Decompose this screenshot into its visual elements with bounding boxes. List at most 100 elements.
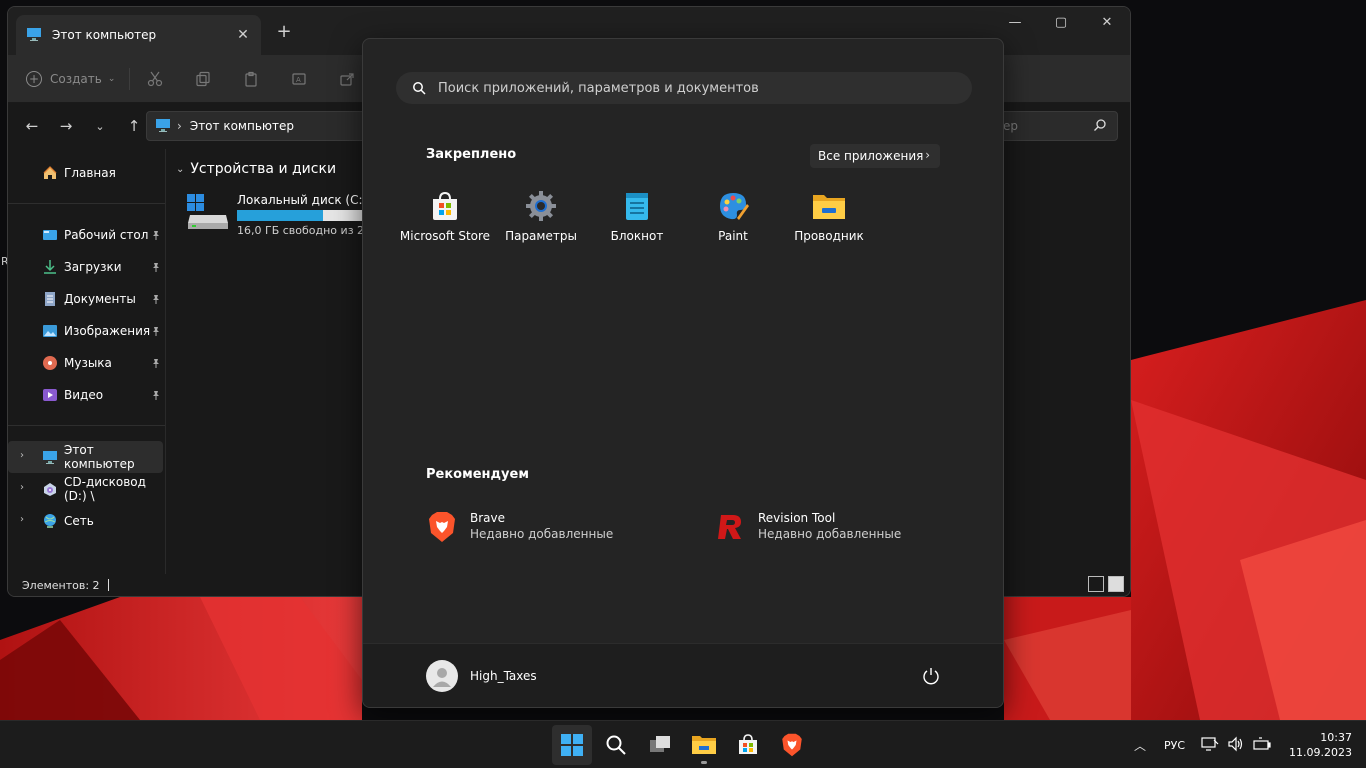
this-pc-icon bbox=[42, 449, 58, 465]
avatar bbox=[426, 660, 458, 692]
app-label: Параметры bbox=[505, 229, 577, 243]
breadcrumb-this-pc[interactable]: Этот компьютер bbox=[190, 119, 294, 133]
window-controls: — ▢ ✕ bbox=[992, 7, 1130, 37]
folder-icon bbox=[812, 189, 846, 223]
expand-chevron-icon[interactable]: › bbox=[20, 450, 24, 461]
paint-icon bbox=[716, 189, 750, 223]
cut-icon[interactable] bbox=[144, 68, 166, 90]
all-apps-button[interactable]: Все приложения › bbox=[810, 144, 940, 168]
create-button[interactable]: + Создать ⌄ bbox=[26, 70, 115, 87]
drive-usage-fill bbox=[237, 210, 323, 221]
nav-item-network[interactable]: › Сеть bbox=[8, 505, 165, 537]
close-button[interactable]: ✕ bbox=[1084, 7, 1130, 37]
forward-button[interactable]: → bbox=[54, 117, 78, 135]
recommended-title: Рекомендуем bbox=[426, 467, 529, 482]
nav-item-this-pc[interactable]: › Этот компьютер bbox=[8, 441, 163, 473]
nav-item-label: Документы bbox=[64, 292, 136, 306]
pinned-app-microsoft-store[interactable]: Microsoft Store bbox=[397, 189, 493, 255]
pinned-apps-grid: Microsoft Store Параметры Блокнот Paint … bbox=[397, 189, 877, 255]
up-button[interactable]: ↑ bbox=[122, 117, 146, 135]
tiles-view-icon[interactable] bbox=[1108, 576, 1124, 592]
network-status-icon bbox=[1201, 736, 1219, 755]
explorer-tab[interactable]: Этот компьютер ✕ bbox=[16, 15, 261, 55]
nav-item-label: Рабочий стол bbox=[64, 228, 149, 242]
create-label: Создать bbox=[50, 71, 102, 86]
drive-free-space: 16,0 ГБ свободно из 29 bbox=[237, 224, 372, 237]
maximize-button[interactable]: ▢ bbox=[1038, 7, 1084, 37]
nav-item-downloads[interactable]: Загрузки bbox=[8, 251, 165, 283]
task-view-button[interactable] bbox=[640, 725, 680, 765]
drive-usage-bar bbox=[237, 210, 365, 221]
explorer-search-input[interactable]: ер bbox=[994, 111, 1118, 141]
taskbar-file-explorer[interactable] bbox=[684, 725, 724, 765]
brave-icon bbox=[426, 511, 458, 543]
taskbar-microsoft-store[interactable] bbox=[728, 725, 768, 765]
share-icon[interactable] bbox=[336, 68, 358, 90]
start-menu: Поиск приложений, параметров и документо… bbox=[362, 38, 1004, 708]
expand-chevron-icon[interactable]: › bbox=[20, 482, 24, 493]
user-account-button[interactable]: High_Taxes bbox=[426, 660, 537, 692]
pictures-icon bbox=[42, 323, 58, 339]
pin-icon[interactable] bbox=[151, 389, 161, 400]
pinned-app-settings[interactable]: Параметры bbox=[493, 189, 589, 255]
pin-icon[interactable] bbox=[151, 229, 161, 240]
all-apps-label: Все приложения bbox=[818, 149, 924, 163]
quick-settings-button[interactable] bbox=[1201, 736, 1271, 755]
search-icon bbox=[1093, 118, 1107, 135]
nav-item-cd-drive[interactable]: › CD-дисковод (D:) \ bbox=[8, 473, 165, 505]
recent-locations-button[interactable]: ⌄ bbox=[88, 120, 112, 133]
start-button[interactable] bbox=[552, 725, 592, 765]
start-search-input[interactable]: Поиск приложений, параметров и документо… bbox=[396, 72, 972, 104]
recommended-item-revision-tool[interactable]: Revision Tool Недавно добавленные bbox=[714, 511, 901, 543]
nav-item-music[interactable]: Музыка bbox=[8, 347, 165, 379]
clock-button[interactable]: 10:37 11.09.2023 bbox=[1289, 730, 1352, 760]
taskbar-search-button[interactable] bbox=[596, 725, 636, 765]
copy-icon[interactable] bbox=[192, 68, 214, 90]
app-label: Проводник bbox=[794, 229, 864, 243]
app-label: Блокнот bbox=[610, 229, 664, 243]
nav-item-label: Видео bbox=[64, 388, 104, 402]
language-indicator[interactable]: РУС bbox=[1164, 739, 1185, 752]
pinned-app-paint[interactable]: Paint bbox=[685, 189, 781, 255]
power-button[interactable] bbox=[921, 666, 941, 686]
recommended-name: Brave bbox=[470, 511, 506, 525]
nav-item-label: Главная bbox=[64, 166, 116, 180]
local-disk-c[interactable]: Локальный диск (C:) 16,0 ГБ свободно из … bbox=[186, 193, 386, 243]
folder-icon bbox=[692, 736, 716, 754]
nav-item-documents[interactable]: Документы bbox=[8, 283, 165, 315]
items-count: Элементов: 2 bbox=[22, 578, 100, 592]
pinned-app-file-explorer[interactable]: Проводник bbox=[781, 189, 877, 255]
tab-close-icon[interactable]: ✕ bbox=[235, 27, 251, 43]
video-icon bbox=[42, 387, 58, 403]
pinned-app-notepad[interactable]: Блокнот bbox=[589, 189, 685, 255]
details-view-icon[interactable] bbox=[1088, 576, 1104, 592]
nav-item-label: Изображения bbox=[64, 324, 151, 338]
taskbar-brave[interactable] bbox=[772, 725, 812, 765]
rename-icon[interactable]: A bbox=[288, 68, 310, 90]
store-icon bbox=[428, 189, 462, 223]
recommended-item-brave[interactable]: Brave Недавно добавленные bbox=[426, 511, 613, 543]
chevron-down-icon: ⌄ bbox=[176, 163, 185, 175]
app-label: Microsoft Store bbox=[399, 229, 491, 243]
paste-icon[interactable] bbox=[240, 68, 262, 90]
pin-icon[interactable] bbox=[151, 293, 161, 304]
nav-item-desktop[interactable]: Рабочий стол bbox=[8, 219, 165, 251]
revision-icon bbox=[714, 511, 746, 543]
nav-item-home[interactable]: Главная bbox=[8, 157, 165, 189]
back-button[interactable]: ← bbox=[20, 117, 44, 135]
pin-icon[interactable] bbox=[151, 325, 161, 336]
nav-item-pictures[interactable]: Изображения bbox=[8, 315, 165, 347]
search-placeholder: ер bbox=[1003, 119, 1018, 133]
pin-icon[interactable] bbox=[151, 261, 161, 272]
show-hidden-icons-button[interactable]: ︿ bbox=[1134, 737, 1146, 754]
nav-item-label: CD-дисковод (D:) \ bbox=[64, 475, 146, 503]
new-tab-button[interactable]: + bbox=[274, 21, 294, 42]
pin-icon[interactable] bbox=[151, 357, 161, 368]
expand-chevron-icon[interactable]: › bbox=[20, 514, 24, 525]
breadcrumb-chevron-icon[interactable]: › bbox=[177, 119, 182, 133]
recommended-subtitle: Недавно добавленные bbox=[758, 527, 902, 541]
hard-drive-icon bbox=[186, 193, 230, 233]
user-name: High_Taxes bbox=[470, 669, 537, 683]
nav-item-video[interactable]: Видео bbox=[8, 379, 165, 411]
minimize-button[interactable]: — bbox=[992, 7, 1038, 37]
